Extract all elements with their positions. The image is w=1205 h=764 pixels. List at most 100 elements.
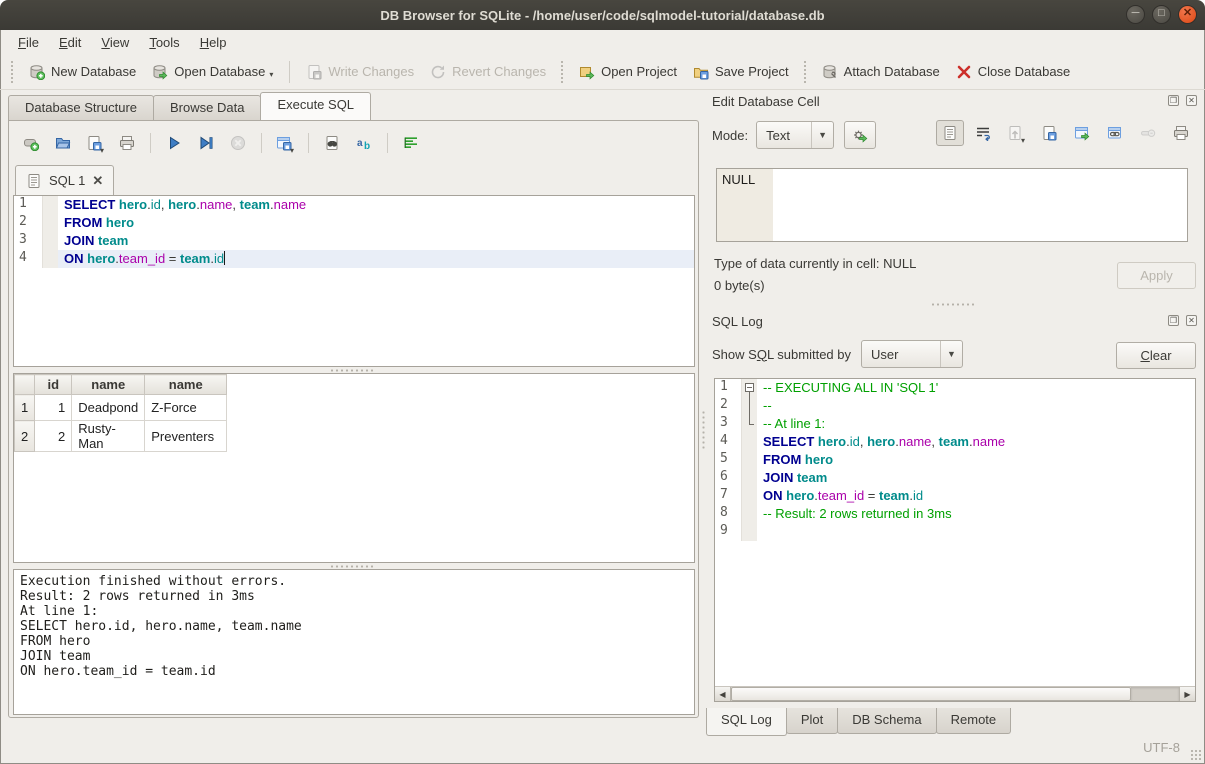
svg-text:a: a — [357, 138, 363, 149]
code-line[interactable]: -- — [757, 397, 1195, 415]
results-grid[interactable]: idnamename11DeadpondZ-Force22Rusty-ManPr… — [13, 373, 695, 563]
encoding-indicator[interactable]: UTF-8 — [1143, 740, 1180, 755]
row-header[interactable]: 1 — [15, 395, 35, 421]
table-cell[interactable]: Preventers — [145, 421, 227, 452]
save-sql-file-button[interactable]: ▾ — [81, 130, 109, 156]
code-line[interactable] — [757, 523, 1195, 541]
chevron-down-icon[interactable]: ▾ — [100, 146, 104, 156]
log-filter-value: User — [871, 347, 940, 362]
execution-message-box[interactable]: Execution finished without errors. Resul… — [13, 569, 695, 715]
print-button[interactable] — [113, 130, 141, 156]
close-database-button[interactable]: Close Database — [948, 60, 1079, 84]
scroll-right-icon[interactable]: ▶ — [1179, 687, 1195, 701]
open-external-button[interactable] — [1068, 120, 1096, 146]
autocomplete-button[interactable]: ab — [350, 130, 378, 156]
scroll-left-icon[interactable]: ◀ — [715, 687, 731, 701]
copy-link-button[interactable] — [1101, 120, 1129, 146]
close-tab-icon[interactable]: ✕ — [92, 173, 103, 189]
code-line[interactable]: FROM hero — [757, 451, 1195, 469]
menu-file[interactable]: File — [8, 32, 49, 53]
sql-tab-label: SQL 1 — [49, 173, 85, 188]
close-button[interactable]: ✕ — [1178, 5, 1197, 24]
close-dock-icon[interactable]: ✕ — [1186, 315, 1197, 326]
sql-log-view[interactable]: 123456789 -- EXECUTING ALL IN 'SQL 1'---… — [714, 378, 1196, 702]
table-row[interactable]: 11DeadpondZ-Force — [15, 395, 227, 421]
menu-edit[interactable]: Edit — [49, 32, 91, 53]
resize-grip-icon[interactable] — [1190, 749, 1202, 761]
execute-line-button[interactable] — [192, 130, 220, 156]
code-line[interactable]: SELECT hero.id, hero.name, team.name — [58, 196, 694, 214]
apply-button[interactable]: Apply — [1117, 262, 1196, 289]
attach-database-button[interactable]: Attach Database — [814, 60, 948, 84]
minimize-button[interactable]: ─ — [1126, 5, 1145, 24]
dock-splitter[interactable] — [930, 302, 976, 307]
column-header[interactable]: id — [35, 375, 72, 395]
new-database-button[interactable]: New Database — [21, 60, 144, 84]
save-results-button[interactable]: ▾ — [271, 130, 299, 156]
titlebar[interactable]: DB Browser for SQLite - /home/user/code/… — [0, 0, 1205, 30]
code-line[interactable]: -- EXECUTING ALL IN 'SQL 1' — [757, 379, 1195, 397]
table-cell[interactable]: 2 — [35, 421, 72, 452]
table-cell[interactable]: Deadpond — [72, 395, 145, 421]
chevron-down-icon: ▼ — [811, 122, 833, 148]
tab-browse-data[interactable]: Browse Data — [153, 95, 261, 120]
find-button[interactable] — [318, 130, 346, 156]
text-mode-button[interactable] — [936, 120, 964, 146]
log-filter-label: Show SQL submitted by — [712, 347, 851, 362]
code-line[interactable]: SELECT hero.id, hero.name, team.name — [757, 433, 1195, 451]
format-icon — [403, 135, 419, 151]
code-line[interactable]: -- Result: 2 rows returned in 3ms — [757, 505, 1195, 523]
word-wrap-button[interactable] — [969, 120, 997, 146]
mode-combobox[interactable]: Text ▼ — [756, 121, 834, 149]
code-line[interactable]: ON hero.team_id = team.id — [58, 250, 694, 268]
row-header[interactable]: 2 — [15, 421, 35, 452]
sql-document-tab[interactable]: SQL 1 ✕ — [15, 165, 114, 195]
toolbar-separator — [261, 133, 262, 153]
menu-view[interactable]: View — [91, 32, 139, 53]
toolbar-separator — [308, 133, 309, 153]
panel-splitter[interactable] — [701, 410, 706, 450]
open-sql-file-button[interactable] — [49, 130, 77, 156]
scrollbar-trough[interactable] — [1131, 687, 1179, 701]
table-cell[interactable]: Z-Force — [145, 395, 227, 421]
menu-tools[interactable]: Tools — [139, 32, 189, 53]
chevron-down-icon[interactable]: ▾ — [290, 146, 294, 156]
log-horizontal-scrollbar[interactable]: ◀ ▶ — [715, 686, 1195, 701]
scrollbar-thumb[interactable] — [731, 687, 1131, 701]
apply-cell-button[interactable] — [844, 121, 876, 149]
close-dock-icon[interactable]: ✕ — [1186, 95, 1197, 106]
maximize-button[interactable]: □ — [1152, 5, 1171, 24]
write-changes-button: Write Changes — [298, 60, 422, 84]
dock-tab-sql-log[interactable]: SQL Log — [706, 708, 787, 736]
code-line[interactable]: -- At line 1: — [757, 415, 1195, 433]
code-line[interactable]: FROM hero — [58, 214, 694, 232]
code-line[interactable]: JOIN team — [757, 469, 1195, 487]
float-dock-icon[interactable]: ❐ — [1168, 315, 1179, 326]
table-row[interactable]: 22Rusty-ManPreventers — [15, 421, 227, 452]
editor-code-area[interactable]: SELECT hero.id, hero.name, team.nameFROM… — [58, 196, 694, 366]
table-cell[interactable]: Rusty-Man — [72, 421, 145, 452]
clear-log-button[interactable]: Clear — [1116, 342, 1196, 369]
tab-database-structure[interactable]: Database Structure — [8, 95, 154, 120]
code-line[interactable]: JOIN team — [58, 232, 694, 250]
table-cell[interactable]: 1 — [35, 395, 72, 421]
sql-editor[interactable]: 1234 SELECT hero.id, hero.name, team.nam… — [13, 195, 695, 367]
cell-value-editor[interactable]: NULL — [716, 168, 1188, 242]
column-header[interactable]: name — [145, 375, 227, 395]
cell-size-info: 0 byte(s) — [714, 278, 765, 293]
execute-all-button[interactable] — [160, 130, 188, 156]
log-filter-combobox[interactable]: User ▼ — [861, 340, 963, 368]
export-file-button[interactable] — [1035, 120, 1063, 146]
open-database-button[interactable]: Open Database▾ — [144, 60, 281, 84]
tab-execute-sql[interactable]: Execute SQL — [260, 92, 371, 120]
new-tab-button[interactable] — [17, 130, 45, 156]
code-line[interactable]: ON hero.team_id = team.id — [757, 487, 1195, 505]
column-header[interactable]: name — [72, 375, 145, 395]
menu-help[interactable]: Help — [190, 32, 237, 53]
chevron-down-icon[interactable]: ▾ — [269, 70, 273, 80]
open-project-button[interactable]: Open Project — [571, 60, 685, 84]
save-project-button[interactable]: Save Project — [685, 60, 797, 84]
float-dock-icon[interactable]: ❐ — [1168, 95, 1179, 106]
format-button[interactable] — [397, 130, 425, 156]
print-cell-button[interactable] — [1167, 120, 1195, 146]
